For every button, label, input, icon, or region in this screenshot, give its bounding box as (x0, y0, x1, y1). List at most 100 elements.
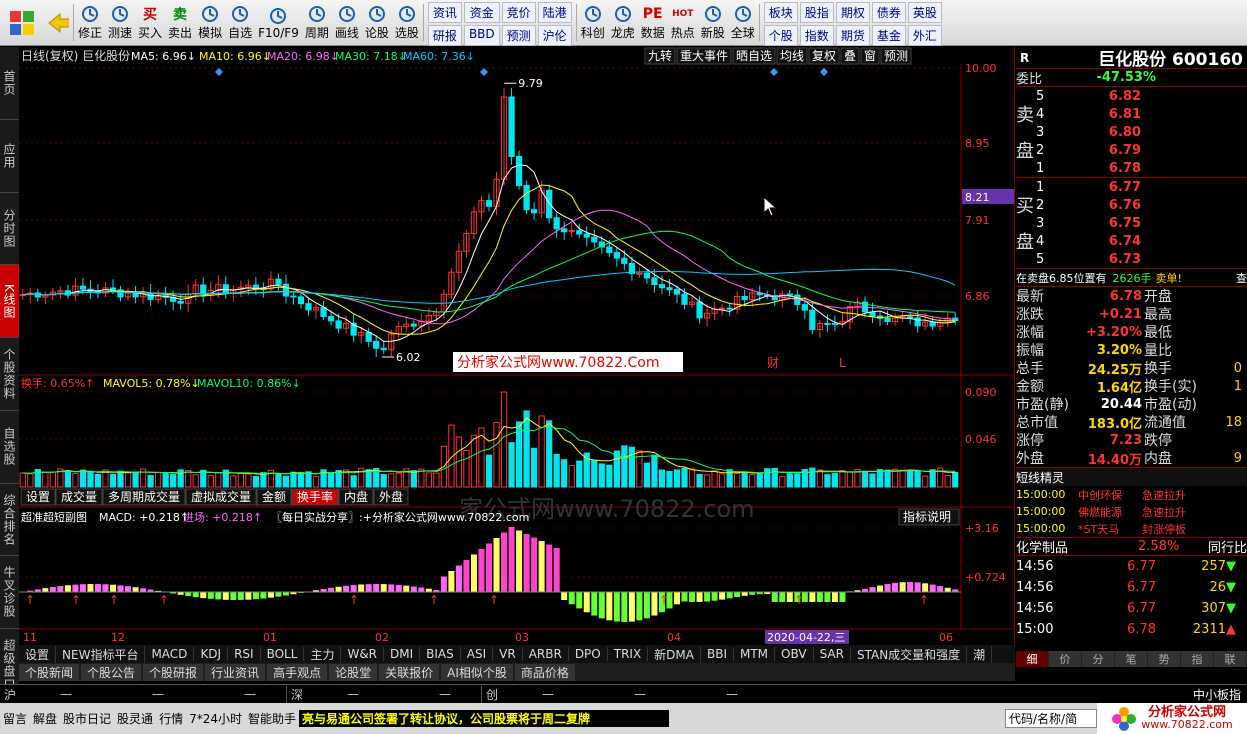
index-zxb[interactable]: 中小板指 (1187, 686, 1247, 703)
bids-row[interactable]: 1 6.77 (1016, 178, 1247, 196)
toolbar-button-buy[interactable]: 买买入 (135, 0, 165, 45)
asks-row[interactable]: 3 6.80 (1016, 123, 1247, 141)
asks-row[interactable]: 1 6.78 (1016, 159, 1247, 177)
peer-compare-button[interactable]: 同行比 (1208, 537, 1247, 556)
toolbar-button-up-down[interactable]: 修正 (75, 0, 105, 45)
back-button[interactable] (44, 0, 72, 45)
chart-button-2[interactable]: 晒自选 (736, 49, 772, 63)
index-cy[interactable]: 创 (481, 685, 502, 703)
chart-button-3[interactable]: 均线 (780, 49, 804, 63)
sidebar-item-7[interactable]: 牛叉诊股 (0, 556, 19, 630)
vol-tab-4[interactable]: 金额 (262, 489, 286, 504)
toolbar-button-magnifier[interactable]: 选股 (392, 0, 422, 45)
indicator-tab-9[interactable]: BIAS (420, 647, 461, 661)
toolbar-link-grid1-2[interactable]: 资金 (463, 2, 500, 23)
indicator-tab-10[interactable]: ASI (461, 647, 494, 661)
index-sh[interactable]: 沪 (0, 686, 20, 703)
vol-tab-3[interactable]: 虚拟成交量 (191, 489, 251, 504)
toolbar-button-f10[interactable]: F10/F9 (255, 0, 302, 45)
code-search-input[interactable]: 代码/名称/简 (1005, 709, 1097, 728)
toolbar-link-grid2-1[interactable]: 个股 (763, 25, 798, 46)
toolbar-button-sell[interactable]: 卖卖出 (165, 0, 195, 45)
toolbar-link-grid1-1[interactable]: 研报 (427, 25, 462, 46)
quote-tab-0[interactable]: 细 (1016, 651, 1048, 667)
status-item-2[interactable]: 股市日记 (60, 710, 114, 727)
toolbar-link-grid2-6[interactable]: 债券 (871, 2, 906, 23)
event-diamond-icon[interactable] (480, 68, 488, 76)
sidebar-item-4[interactable]: 个股资料 (0, 338, 19, 411)
toolbar-link-grid2-9[interactable]: 外汇 (907, 25, 942, 46)
index-sz[interactable]: 深 (286, 685, 307, 703)
sidebar-item-3[interactable]: K线图 (0, 265, 19, 339)
toolbar-button-folder[interactable]: 自选 (225, 0, 255, 45)
toolbar-button-speed[interactable]: 测速 (105, 0, 135, 45)
indicator-help-button[interactable]: 指标说明 (903, 509, 951, 524)
indicator-tab-16[interactable]: BBI (701, 647, 734, 661)
toolbar-link-grid2-0[interactable]: 板块 (763, 2, 798, 23)
kline-chart-svg[interactable]: 日线(复权) 巨化股份 MA5: 6.96↓ MA10: 6.96↓MA20: 6.… (19, 47, 1015, 645)
indicator-tab-18[interactable]: OBV (775, 647, 814, 661)
toolbar-button-dragon[interactable]: 龙虎 (608, 0, 638, 45)
event-diamond-icon[interactable] (215, 68, 223, 76)
indicator-tab-13[interactable]: DPO (569, 647, 608, 661)
asks-row[interactable]: 盘 2 6.79 (1016, 141, 1247, 162)
toolbar-link-grid1-4[interactable]: 竞价 (501, 2, 536, 23)
app-logo[interactable] (0, 0, 44, 45)
chart-button-4[interactable]: 复权 (812, 49, 836, 63)
bids-row[interactable]: 买 2 6.76 (1016, 196, 1247, 217)
info-tab-3[interactable]: 行业资讯 (205, 663, 266, 681)
info-tab-5[interactable]: 论股堂 (329, 663, 378, 681)
indicator-tab-5[interactable]: BOLL (261, 647, 305, 661)
bids-row[interactable]: 3 6.75 (1016, 214, 1247, 232)
quote-tab-5[interactable]: 指 (1181, 651, 1213, 667)
indicator-tab-3[interactable]: KDJ (194, 647, 229, 661)
spirit-item[interactable]: 15:00:00 中创环保 急速拉升 (1016, 486, 1247, 503)
indicator-tab-8[interactable]: DMI (384, 647, 421, 661)
status-item-3[interactable]: 股灵通 (114, 710, 156, 727)
bids-row[interactable]: 5 6.73 (1016, 250, 1247, 268)
info-tab-1[interactable]: 个股公告 (81, 663, 142, 681)
toolbar-link-grid1-5[interactable]: 预测 (501, 25, 536, 46)
info-tab-6[interactable]: 关联报价 (379, 663, 440, 681)
toolbar-link-grid1-6[interactable]: 陆港 (537, 2, 572, 23)
toolbar-button-chat[interactable]: 论股 (362, 0, 392, 45)
asks-row[interactable]: 卖 4 6.81 (1016, 105, 1247, 126)
vol-tab-5[interactable]: 换手率 (297, 489, 333, 504)
toolbar-link-grid2-4[interactable]: 期权 (835, 2, 870, 23)
indicator-tab-17[interactable]: MTM (734, 647, 776, 661)
quote-tab-2[interactable]: 分 (1082, 651, 1114, 667)
indicator-tab-7[interactable]: W&R (341, 647, 385, 661)
quote-tab-4[interactable]: 势 (1148, 651, 1180, 667)
asks-row[interactable]: 5 6.82 (1016, 87, 1247, 105)
status-item-0[interactable]: 留言 (0, 710, 30, 727)
vol-tab-1[interactable]: 成交量 (61, 489, 97, 504)
news-ticker[interactable]: 亮与易通公司签署了转让协议，公司股票将于周二复牌 (299, 710, 669, 727)
status-item-1[interactable]: 解盘 (30, 710, 60, 727)
indicator-tab-1[interactable]: NEW指标平台 (56, 645, 146, 663)
quote-tab-3[interactable]: 笔 (1115, 651, 1147, 667)
event-diamond-icon[interactable] (770, 68, 778, 76)
indicator-tab-2[interactable]: MACD (145, 647, 195, 661)
kline-chart-panel[interactable]: 日线(复权) 巨化股份 MA5: 6.96↓ MA10: 6.96↓ MA20: 6.… (19, 47, 1015, 645)
indicator-tab-6[interactable]: 主力 (304, 645, 342, 663)
sidebar-item-1[interactable]: 应用 (0, 120, 19, 193)
indicator-tab-0[interactable]: 设置 (19, 645, 57, 663)
chart-button-7[interactable]: 预测 (884, 49, 908, 63)
status-item-6[interactable]: 智能助手 (245, 710, 299, 727)
toolbar-link-grid2-8[interactable]: 英股 (907, 2, 942, 23)
big-order-button[interactable]: 查 (1236, 270, 1247, 286)
quote-tab-1[interactable]: 价 (1049, 651, 1081, 667)
indicator-tab-12[interactable]: ARBR (523, 647, 569, 661)
spirit-item[interactable]: 15:00:00 佛燃能源 急速拉升 (1016, 503, 1247, 520)
vol-tab-6[interactable]: 内盘 (344, 489, 368, 504)
info-tab-2[interactable]: 个股研报 (143, 663, 204, 681)
indicator-tab-20[interactable]: STAN成交量和强度 (851, 645, 968, 663)
toolbar-button-hammer[interactable]: 模拟 (195, 0, 225, 45)
toolbar-button-pen[interactable]: 画线 (332, 0, 362, 45)
toolbar-link-grid1-7[interactable]: 沪伦 (537, 25, 572, 46)
toolbar-link-grid2-3[interactable]: 指数 (799, 25, 834, 46)
toolbar-button-chart[interactable]: 科创 (578, 0, 608, 45)
chart-button-0[interactable]: 九转 (648, 48, 672, 63)
toolbar-button-newstock[interactable]: 新股 (698, 0, 728, 45)
toolbar-button-clock[interactable]: 周期 (302, 0, 332, 45)
